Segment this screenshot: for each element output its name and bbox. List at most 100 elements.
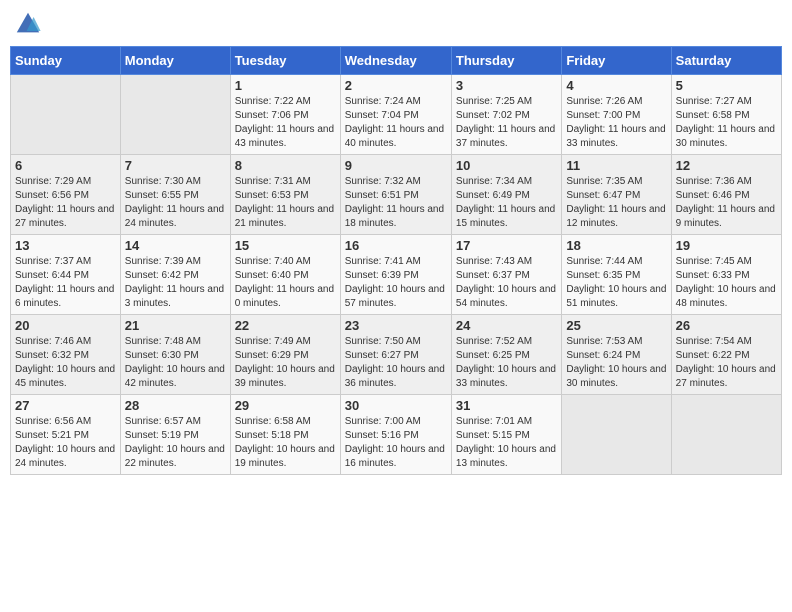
- day-number: 13: [15, 238, 116, 253]
- header-day-thursday: Thursday: [451, 47, 561, 75]
- day-info: Sunrise: 7:45 AMSunset: 6:33 PMDaylight:…: [676, 255, 777, 311]
- calendar-cell: 29 Sunrise: 6:58 AMSunset: 5:18 PMDayligh…: [230, 395, 340, 475]
- day-info: Sunrise: 7:32 AMSunset: 6:51 PMDaylight:…: [345, 175, 447, 231]
- calendar-cell: 28 Sunrise: 6:57 AMSunset: 5:19 PMDayligh…: [120, 395, 230, 475]
- calendar-table: SundayMondayTuesdayWednesdayThursdayFrid…: [10, 46, 782, 475]
- day-info: Sunrise: 7:36 AMSunset: 6:46 PMDaylight:…: [676, 175, 777, 231]
- day-info: Sunrise: 7:52 AMSunset: 6:25 PMDaylight:…: [456, 335, 557, 391]
- day-number: 9: [345, 158, 447, 173]
- day-number: 18: [566, 238, 666, 253]
- calendar-cell: 19 Sunrise: 7:45 AMSunset: 6:33 PMDayligh…: [671, 235, 781, 315]
- calendar-cell: 25 Sunrise: 7:53 AMSunset: 6:24 PMDayligh…: [562, 315, 671, 395]
- day-number: 22: [235, 318, 336, 333]
- calendar-cell: 7Sunrise: 7:30 AMSunset: 6:55 PMDaylight…: [120, 155, 230, 235]
- day-number: 3: [456, 78, 557, 93]
- calendar-cell: 22 Sunrise: 7:49 AMSunset: 6:29 PMDayligh…: [230, 315, 340, 395]
- day-number: 8: [235, 158, 336, 173]
- calendar-cell: 18 Sunrise: 7:44 AMSunset: 6:35 PMDayligh…: [562, 235, 671, 315]
- calendar-cell: 20 Sunrise: 7:46 AMSunset: 6:32 PMDayligh…: [11, 315, 121, 395]
- day-number: 31: [456, 398, 557, 413]
- header-day-tuesday: Tuesday: [230, 47, 340, 75]
- calendar-cell: 6Sunrise: 7:29 AMSunset: 6:56 PMDaylight…: [11, 155, 121, 235]
- day-info: Sunrise: 7:39 AMSunset: 6:42 PMDaylight:…: [125, 255, 226, 311]
- day-number: 16: [345, 238, 447, 253]
- day-info: Sunrise: 7:35 AMSunset: 6:47 PMDaylight:…: [566, 175, 666, 231]
- calendar-week-3: 13 Sunrise: 7:37 AMSunset: 6:44 PMDayligh…: [11, 235, 782, 315]
- day-info: Sunrise: 7:48 AMSunset: 6:30 PMDaylight:…: [125, 335, 226, 391]
- day-number: 5: [676, 78, 777, 93]
- calendar-cell: 11 Sunrise: 7:35 AMSunset: 6:47 PMDayligh…: [562, 155, 671, 235]
- calendar-cell: 4 Sunrise: 7:26 AMSunset: 7:00 PMDaylight…: [562, 75, 671, 155]
- day-number: 15: [235, 238, 336, 253]
- calendar-body: 1Sunrise: 7:22 AMSunset: 7:06 PMDaylight…: [11, 75, 782, 475]
- calendar-cell: 13 Sunrise: 7:37 AMSunset: 6:44 PMDayligh…: [11, 235, 121, 315]
- day-number: 2: [345, 78, 447, 93]
- day-number: 27: [15, 398, 116, 413]
- day-number: 11: [566, 158, 666, 173]
- calendar-cell: 24 Sunrise: 7:52 AMSunset: 6:25 PMDayligh…: [451, 315, 561, 395]
- day-info: Sunrise: 7:30 AMSunset: 6:55 PMDaylight:…: [125, 175, 226, 231]
- calendar-week-5: 27Sunrise: 6:56 AMSunset: 5:21 PMDayligh…: [11, 395, 782, 475]
- day-info: Sunrise: 7:25 AMSunset: 7:02 PMDaylight:…: [456, 95, 557, 151]
- calendar-cell: 5 Sunrise: 7:27 AMSunset: 6:58 PMDaylight…: [671, 75, 781, 155]
- header-day-saturday: Saturday: [671, 47, 781, 75]
- day-number: 30: [345, 398, 447, 413]
- day-info: Sunrise: 7:31 AMSunset: 6:53 PMDaylight:…: [235, 175, 336, 231]
- day-info: Sunrise: 7:01 AMSunset: 5:15 PMDaylight:…: [456, 415, 557, 471]
- calendar-cell: [11, 75, 121, 155]
- calendar-cell: 12 Sunrise: 7:36 AMSunset: 6:46 PMDayligh…: [671, 155, 781, 235]
- day-info: Sunrise: 7:49 AMSunset: 6:29 PMDaylight:…: [235, 335, 336, 391]
- header-day-wednesday: Wednesday: [340, 47, 451, 75]
- calendar-cell: 15 Sunrise: 7:40 AMSunset: 6:40 PMDayligh…: [230, 235, 340, 315]
- calendar-cell: 10 Sunrise: 7:34 AMSunset: 6:49 PMDayligh…: [451, 155, 561, 235]
- day-info: Sunrise: 7:44 AMSunset: 6:35 PMDaylight:…: [566, 255, 666, 311]
- day-info: Sunrise: 7:46 AMSunset: 6:32 PMDaylight:…: [15, 335, 116, 391]
- calendar-week-1: 1Sunrise: 7:22 AMSunset: 7:06 PMDaylight…: [11, 75, 782, 155]
- calendar-cell: 9 Sunrise: 7:32 AMSunset: 6:51 PMDaylight…: [340, 155, 451, 235]
- day-number: 26: [676, 318, 777, 333]
- day-info: Sunrise: 7:54 AMSunset: 6:22 PMDaylight:…: [676, 335, 777, 391]
- day-number: 20: [15, 318, 116, 333]
- day-number: 12: [676, 158, 777, 173]
- day-info: Sunrise: 7:29 AMSunset: 6:56 PMDaylight:…: [15, 175, 116, 231]
- day-info: Sunrise: 7:37 AMSunset: 6:44 PMDaylight:…: [15, 255, 116, 311]
- day-info: Sunrise: 6:58 AMSunset: 5:18 PMDaylight:…: [235, 415, 336, 471]
- day-info: Sunrise: 7:40 AMSunset: 6:40 PMDaylight:…: [235, 255, 336, 311]
- day-number: 24: [456, 318, 557, 333]
- calendar-cell: 8 Sunrise: 7:31 AMSunset: 6:53 PMDaylight…: [230, 155, 340, 235]
- calendar-cell: 27Sunrise: 6:56 AMSunset: 5:21 PMDayligh…: [11, 395, 121, 475]
- day-number: 28: [125, 398, 226, 413]
- calendar-cell: 21Sunrise: 7:48 AMSunset: 6:30 PMDayligh…: [120, 315, 230, 395]
- calendar-cell: 23Sunrise: 7:50 AMSunset: 6:27 PMDayligh…: [340, 315, 451, 395]
- day-number: 19: [676, 238, 777, 253]
- calendar-cell: 14Sunrise: 7:39 AMSunset: 6:42 PMDayligh…: [120, 235, 230, 315]
- day-info: Sunrise: 7:24 AMSunset: 7:04 PMDaylight:…: [345, 95, 447, 151]
- day-info: Sunrise: 6:57 AMSunset: 5:19 PMDaylight:…: [125, 415, 226, 471]
- day-number: 17: [456, 238, 557, 253]
- day-info: Sunrise: 7:27 AMSunset: 6:58 PMDaylight:…: [676, 95, 777, 151]
- calendar-cell: 1Sunrise: 7:22 AMSunset: 7:06 PMDaylight…: [230, 75, 340, 155]
- header-day-friday: Friday: [562, 47, 671, 75]
- day-info: Sunrise: 7:00 AMSunset: 5:16 PMDaylight:…: [345, 415, 447, 471]
- calendar-week-4: 20 Sunrise: 7:46 AMSunset: 6:32 PMDayligh…: [11, 315, 782, 395]
- day-info: Sunrise: 7:53 AMSunset: 6:24 PMDaylight:…: [566, 335, 666, 391]
- day-info: Sunrise: 7:22 AMSunset: 7:06 PMDaylight:…: [235, 95, 336, 151]
- calendar-cell: 16Sunrise: 7:41 AMSunset: 6:39 PMDayligh…: [340, 235, 451, 315]
- header-day-sunday: Sunday: [11, 47, 121, 75]
- calendar-cell: 2 Sunrise: 7:24 AMSunset: 7:04 PMDaylight…: [340, 75, 451, 155]
- calendar-header: SundayMondayTuesdayWednesdayThursdayFrid…: [11, 47, 782, 75]
- logo-icon: [14, 10, 42, 38]
- day-number: 29: [235, 398, 336, 413]
- day-number: 25: [566, 318, 666, 333]
- day-info: Sunrise: 7:50 AMSunset: 6:27 PMDaylight:…: [345, 335, 447, 391]
- day-number: 4: [566, 78, 666, 93]
- calendar-cell: 3 Sunrise: 7:25 AMSunset: 7:02 PMDaylight…: [451, 75, 561, 155]
- day-number: 10: [456, 158, 557, 173]
- logo: [14, 10, 44, 38]
- calendar-cell: 17Sunrise: 7:43 AMSunset: 6:37 PMDayligh…: [451, 235, 561, 315]
- calendar-cell: [562, 395, 671, 475]
- day-info: Sunrise: 7:26 AMSunset: 7:00 PMDaylight:…: [566, 95, 666, 151]
- day-info: Sunrise: 7:34 AMSunset: 6:49 PMDaylight:…: [456, 175, 557, 231]
- calendar-cell: 26 Sunrise: 7:54 AMSunset: 6:22 PMDayligh…: [671, 315, 781, 395]
- calendar-cell: [671, 395, 781, 475]
